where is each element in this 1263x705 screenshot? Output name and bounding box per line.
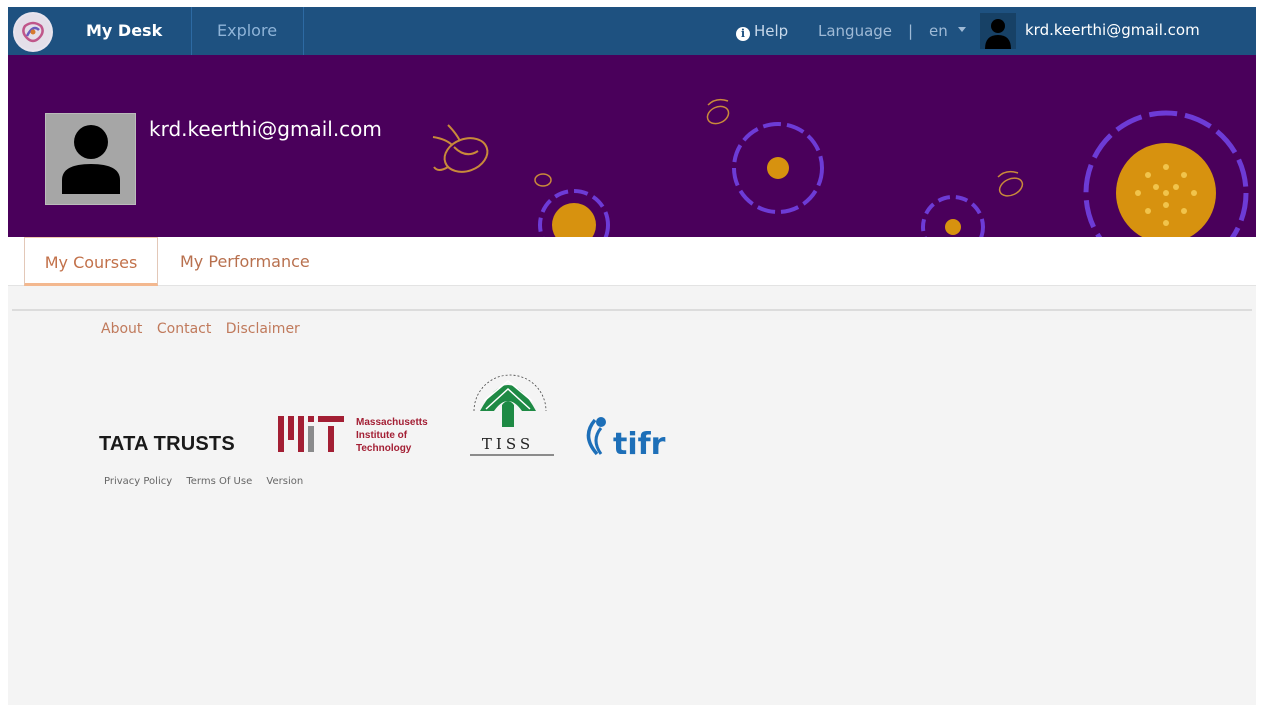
tifr-logo[interactable]: tifr [579, 414, 679, 462]
nav-explore[interactable]: Explore [192, 7, 304, 55]
footer-legal-links: Privacy Policy Terms Of Use Version [104, 476, 314, 487]
mit-line-2: Institute of [356, 430, 408, 441]
language-dropdown[interactable]: en [929, 7, 948, 55]
tab-my-performance[interactable]: My Performance [180, 237, 310, 286]
tiss-emblem-icon: TISS [470, 374, 554, 456]
tata-trusts-logo[interactable]: TATA TRUSTS [99, 433, 235, 456]
nav-user-email[interactable]: krd.keerthi@gmail.com [1025, 7, 1200, 55]
mit-logo[interactable]: Massachusetts Institute of Technology [278, 416, 438, 456]
tifr-mark-icon: tifr [586, 417, 666, 462]
info-icon: i [736, 27, 750, 41]
tifr-text: tifr [613, 427, 666, 458]
footer-link-about[interactable]: About [101, 321, 142, 337]
app-logo[interactable] [13, 12, 53, 52]
profile-name: krd.keerthi@gmail.com [149, 117, 382, 141]
mit-line-3: Technology [356, 443, 412, 454]
content-divider [12, 309, 1252, 311]
page-frame: My Desk Explore i Help Language | en krd.… [8, 7, 1256, 705]
tiss-text: TISS [482, 435, 534, 453]
profile-tabs: My Courses My Performance [8, 237, 1256, 286]
privacy-policy-link[interactable]: Privacy Policy [104, 476, 172, 487]
caret-down-icon[interactable] [958, 27, 966, 32]
tiss-logo[interactable]: TISS [462, 351, 554, 457]
user-avatar-icon[interactable] [980, 13, 1016, 49]
mit-mark-icon [278, 416, 344, 452]
tab-my-courses[interactable]: My Courses [24, 237, 158, 286]
nav-my-desk[interactable]: My Desk [68, 7, 192, 55]
profile-avatar-icon[interactable] [45, 113, 136, 205]
terms-of-use-link[interactable]: Terms Of Use [186, 476, 252, 487]
version-link[interactable]: Version [266, 476, 303, 487]
mit-line-1: Massachusetts [356, 417, 428, 428]
flower-decoration [432, 98, 1249, 237]
nav-help[interactable]: i Help [736, 7, 788, 55]
help-label: Help [754, 22, 789, 40]
footer-links: About Contact Disclaimer [101, 321, 310, 337]
footer-link-contact[interactable]: Contact [157, 321, 211, 337]
nav-language-label: Language [818, 22, 893, 40]
mit-wordmark: Massachusetts Institute of Technology [356, 416, 428, 455]
footer-link-disclaimer[interactable]: Disclaimer [226, 321, 300, 337]
top-navbar: My Desk Explore i Help Language | en krd.… [8, 7, 1256, 55]
profile-banner: krd.keerthi@gmail.com [8, 55, 1256, 237]
nav-separator: | [908, 22, 914, 40]
